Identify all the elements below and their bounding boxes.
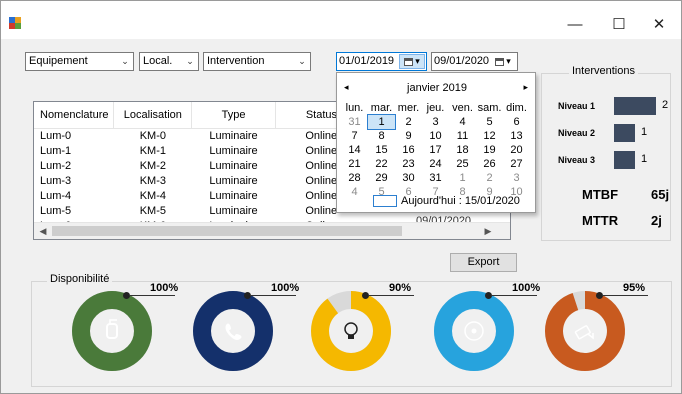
gauge-percent-label: 100% [271,282,300,294]
gauge-fill [193,291,273,371]
availability-gauges [72,291,625,371]
lightbulb-base [348,335,354,339]
gauge-leader-line [250,295,296,296]
camera-icon [574,325,591,340]
gauge-percent-label: 100% [150,282,179,294]
gauge-percent-label: 90% [389,282,412,294]
fire-extinguisher-icon [106,323,118,339]
gauge-percent-label: 100% [512,282,541,294]
gauge-fill [72,291,152,371]
camera-mount [587,333,594,340]
gauge-percent-label: 95% [623,282,646,294]
gauge-leader-line [368,295,414,296]
gauge-fill [545,291,625,371]
lightbulb-icon [344,322,358,336]
main-window: — ☐ ✕ Equipement ⌄ Local. ⌄ Intervention… [0,0,682,394]
phone-icon [225,323,242,340]
fan-hub [471,328,477,334]
gauge-leader-line [129,295,175,296]
gauge-leader-line [491,295,537,296]
gauge-leader-line [602,295,648,296]
gauge-fill [311,291,391,371]
